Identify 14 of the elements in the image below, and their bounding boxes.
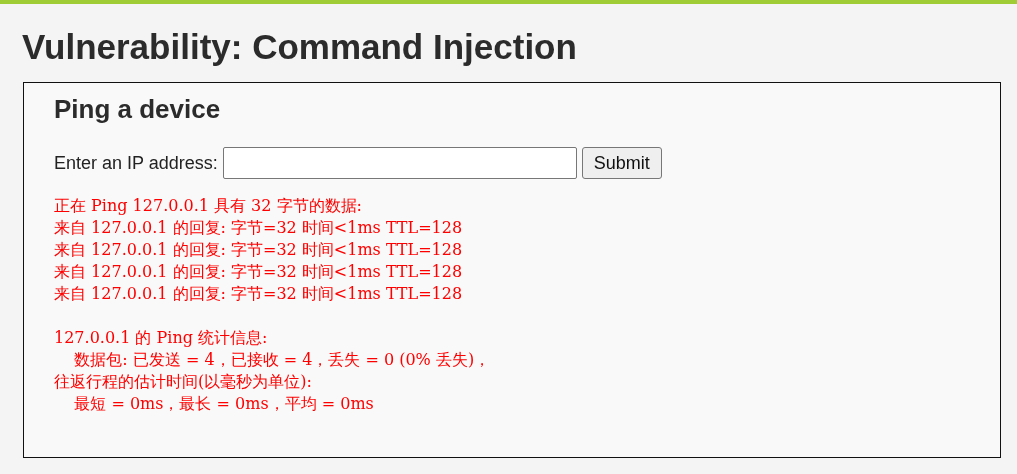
page-title: Vulnerability: Command Injection bbox=[22, 26, 578, 68]
output-line: 数据包: 已发送 = 4，已接收 = 4，丢失 = 0 (0% 丢失)， bbox=[73, 349, 491, 371]
output-line: 正在 Ping 127.0.0.1 具有 32 字节的数据: bbox=[54, 195, 362, 217]
field-label: Enter an IP address: bbox=[54, 152, 218, 174]
submit-button[interactable]: Submit bbox=[581, 147, 662, 179]
output-line: 往返行程的估计时间(以毫秒为单位): bbox=[54, 371, 312, 393]
section-heading: Ping a device bbox=[54, 93, 222, 126]
output-line: 最短 = 0ms，最长 = 0ms，平均 = 0ms bbox=[73, 393, 374, 415]
output-line: 来自 127.0.0.1 的回复: 字节=32 时间<1ms TTL=128 bbox=[54, 283, 463, 305]
output-line: 127.0.0.1 的 Ping 统计信息: bbox=[54, 327, 268, 349]
output-line: 来自 127.0.0.1 的回复: 字节=32 时间<1ms TTL=128 bbox=[54, 217, 463, 239]
output-line: 来自 127.0.0.1 的回复: 字节=32 时间<1ms TTL=128 bbox=[54, 261, 463, 283]
ip-address-field[interactable] bbox=[222, 147, 577, 179]
output-line: 来自 127.0.0.1 的回复: 字节=32 时间<1ms TTL=128 bbox=[54, 239, 463, 261]
